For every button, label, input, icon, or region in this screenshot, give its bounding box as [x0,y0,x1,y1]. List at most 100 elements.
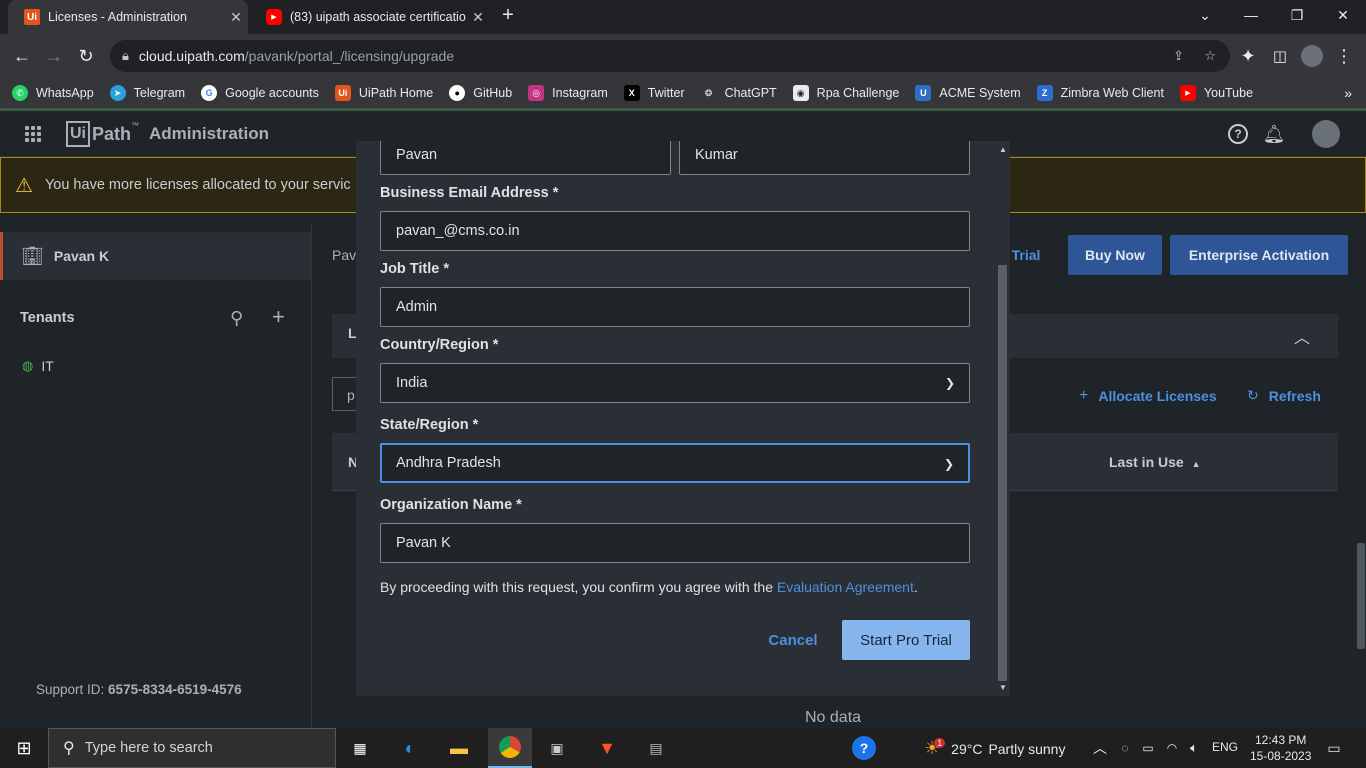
menu-icon[interactable]: ⋮ [1332,44,1356,68]
job-title-field[interactable]: Admin [380,287,970,327]
notification-center-icon[interactable]: ▭ [1322,736,1346,760]
task-view-icon[interactable]: ▦ [348,736,372,760]
evaluation-agreement-link[interactable]: Evaluation Agreement [777,579,914,595]
dialog-scrollbar-thumb[interactable] [998,265,1007,681]
organization-field[interactable]: Pavan K [380,523,970,563]
start-pro-trial-button[interactable]: Start Pro Trial [842,620,970,660]
cancel-button[interactable]: Cancel [768,620,817,660]
maximize-button[interactable]: ❐ [1274,0,1320,30]
more-bookmarks-icon[interactable]: » [1344,85,1352,101]
bookmark-rpa-challenge[interactable]: ◉ Rpa Challenge [792,85,899,101]
url-host: cloud.uipath.com [138,48,245,64]
weather-widget[interactable]: ☀ 1 29°C Partly sunny [924,737,1066,759]
tab-licenses[interactable]: Ui Licenses - Administration ✕ [8,0,248,34]
country-value: India [396,375,428,391]
bookmark-label: Google accounts [225,86,319,100]
bookmark-telegram[interactable]: ➤ Telegram [109,85,185,101]
notifications-bell-icon[interactable]: 🔔︎ [1263,123,1286,145]
search-icon: ⚲ [63,740,75,757]
app-launcher-icon[interactable] [25,126,42,143]
lock-icon[interactable]: 🔒︎ [122,48,129,64]
minimize-button[interactable]: — [1228,0,1274,30]
banner-text: You have more licenses allocated to your… [44,177,351,193]
bookmark-star-icon[interactable]: ☆ [1204,48,1216,64]
tab-title: Licenses - Administration [48,10,187,24]
first-name-field[interactable]: Pavan [380,141,671,175]
sidebar-org[interactable]: 🏢︎ Pavan K [0,232,311,280]
search-icon[interactable]: ⚲ [230,308,243,329]
profile-avatar[interactable] [1300,44,1324,68]
brave-icon[interactable]: ▼ [595,736,619,760]
tab-search-icon[interactable]: ⌄ [1182,0,1228,30]
volume-icon[interactable]: 🔈︎ [1182,736,1206,760]
support-id: Support ID: 6575-8334-6519-4576 [36,682,242,697]
address-bar[interactable]: 🔒︎ cloud.uipath.com/pavank/portal_/licen… [110,40,1230,72]
email-field[interactable]: pavan_@cms.co.in [380,211,970,251]
bookmark-instagram[interactable]: ◎ Instagram [528,85,608,101]
side-panel-icon[interactable]: ◫ [1268,44,1292,68]
battery-icon[interactable]: ▭ [1136,736,1160,760]
share-icon[interactable]: ⇪ [1173,48,1184,64]
chevron-up-icon[interactable]: ︿ [1294,324,1310,348]
close-window-button[interactable]: ✕ [1320,0,1366,30]
file-explorer-icon[interactable]: ▬ [447,736,471,760]
taskbar-search[interactable]: ⚲ Type here to search [48,728,336,768]
extensions-icon[interactable]: ✦ [1236,44,1260,68]
refresh-label: Refresh [1268,387,1321,404]
bookmark-whatsapp[interactable]: ✆ WhatsApp [12,85,94,101]
chevron-up-icon[interactable]: ︿ [1088,736,1112,760]
buy-now-button[interactable]: Buy Now [1068,235,1162,275]
column-last-in-use[interactable]: Last in Use ▲ [1109,454,1201,470]
tab-close-icon[interactable]: ✕ [466,9,490,26]
help-app-icon[interactable]: ? [852,736,876,760]
wifi-icon[interactable]: ◠ [1160,736,1184,760]
bookmark-youtube[interactable]: ▶ YouTube [1179,85,1253,101]
language-indicator[interactable]: ENG [1212,740,1238,754]
country-select[interactable]: India ❯ [380,363,970,403]
help-icon[interactable]: ? [1227,123,1249,145]
bookmark-uipath-home[interactable]: Ui UiPath Home [334,85,433,101]
refresh-link[interactable]: ↻ Refresh [1247,387,1321,404]
bookmark-label: ChatGPT [724,86,777,100]
bookmark-github[interactable]: ● GitHub [449,85,512,101]
terminal-icon[interactable]: ▣ [545,736,569,760]
bookmark-acme-system[interactable]: U ACME System [915,85,1021,101]
page-scrollbar[interactable] [1357,543,1365,649]
uipath-logo[interactable]: Ui Path ™ Administration [66,121,269,147]
column-label: Last in Use [1109,454,1184,470]
bookmark-twitter[interactable]: X Twitter [623,85,685,101]
tab-youtube[interactable]: ▶ (83) uipath associate certification ✕ [250,0,490,34]
reload-icon[interactable]: ↻ [74,44,98,68]
weather-desc: Partly sunny [988,740,1066,757]
tenant-item-it[interactable]: ◍ IT [22,358,54,374]
url-path: /pavank/portal_/licensing/upgrade [244,48,455,64]
last-name-field[interactable]: Kumar [679,141,970,175]
allocate-licenses-link[interactable]: + Allocate Licenses [1079,387,1217,405]
edge-icon[interactable]: ◐ [398,736,422,760]
browser-toolbar: ← → ↻ 🔒︎ cloud.uipath.com/pavank/portal_… [0,34,1366,78]
state-value: Andhra Pradesh [396,455,501,471]
user-avatar[interactable] [1312,120,1340,148]
app-icon[interactable]: ▤ [644,736,668,760]
tab-close-icon[interactable]: ✕ [224,9,248,26]
new-tab-button[interactable]: + [490,0,526,30]
forward-icon[interactable]: → [42,44,66,68]
bookmark-zimbra[interactable]: Z Zimbra Web Client [1036,85,1164,101]
back-icon[interactable]: ← [10,44,34,68]
weather-temp: 29°C [951,740,983,757]
warning-icon: ⚠ [15,174,33,197]
bookmark-chatgpt[interactable]: ❂ ChatGPT [700,85,777,101]
chrome-taskbar-button[interactable] [488,728,532,768]
state-select[interactable]: Andhra Pradesh ❯ [380,443,970,483]
network-icon[interactable]: ◌ [1113,736,1137,760]
clock[interactable]: 12:43 PM 15-08-2023 [1250,732,1311,764]
add-tenant-icon[interactable]: + [272,304,285,330]
uipath-favicon: Ui [24,9,40,25]
pro-trial-dialog: Pavan Kumar Business Email Address * pav… [356,141,1010,696]
bookmark-google-accounts[interactable]: G Google accounts [201,85,319,101]
plus-icon: + [1079,387,1089,404]
scroll-up-arrow-icon[interactable]: ▲ [999,145,1007,154]
windows-start-icon[interactable]: ⊞ [12,736,36,760]
scroll-down-arrow-icon[interactable]: ▼ [999,683,1007,692]
enterprise-activation-button[interactable]: Enterprise Activation [1170,235,1348,275]
